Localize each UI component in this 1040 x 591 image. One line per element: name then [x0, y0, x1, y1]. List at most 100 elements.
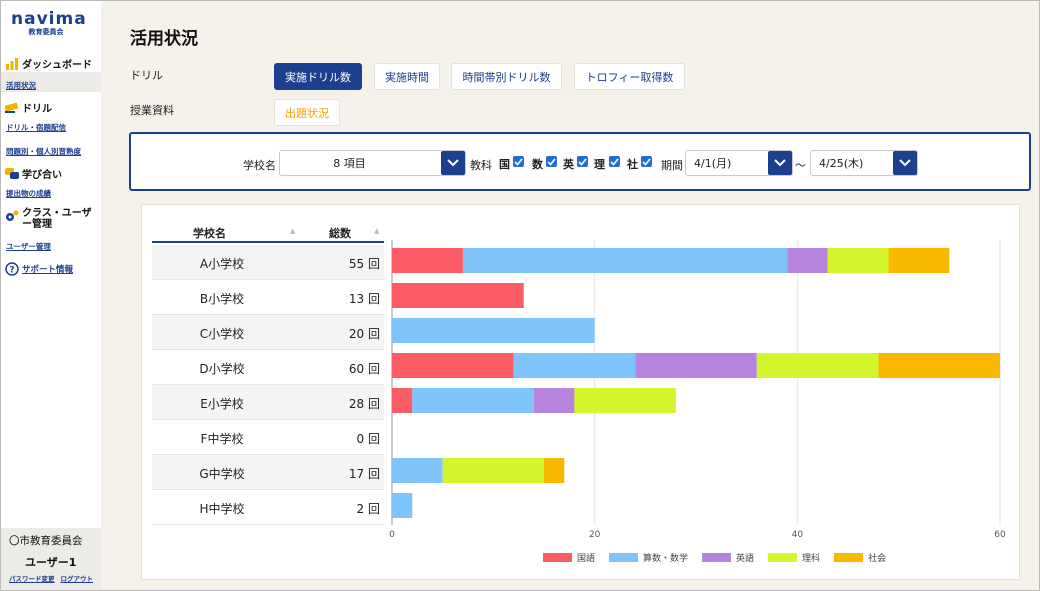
bar-segment[interactable]	[787, 248, 828, 273]
x-tick-label: 40	[792, 530, 804, 540]
date-separator: 〜	[795, 159, 806, 172]
total-count-cell: 28 回	[349, 395, 380, 412]
bar-segment[interactable]	[392, 458, 443, 483]
bar-segment[interactable]	[392, 248, 463, 273]
count-unit: 回	[367, 292, 380, 306]
legend-item[interactable]: 英語	[702, 551, 754, 564]
materials-row-label: 授業資料	[130, 104, 174, 117]
bar-segment[interactable]	[513, 353, 636, 378]
school-name-cell: G中学校	[199, 467, 245, 481]
tab-question-status[interactable]: 出題状況	[274, 99, 340, 126]
table-row: A小学校 55 回	[152, 245, 384, 280]
total-count-value: 28	[348, 397, 365, 411]
bar-chart-icon	[6, 57, 18, 70]
legend-item[interactable]: 国語	[543, 551, 595, 564]
bar-segment[interactable]	[888, 248, 950, 273]
subject-label-math: 数	[532, 158, 543, 171]
total-count-cell: 55 回	[349, 255, 380, 272]
bar-segment[interactable]	[442, 458, 544, 483]
table-row: F中学校 0 回	[152, 420, 384, 455]
sort-icon[interactable]: ▲	[374, 227, 379, 235]
nav-link-mastery[interactable]: 問題別・個人別習熟度	[6, 146, 81, 157]
logo[interactable]: navima 教育委員会	[11, 9, 93, 43]
drill-row-label: ドリル	[130, 69, 163, 82]
tab-hourly-drills[interactable]: 時間帯別ドリル数	[451, 63, 562, 90]
nav-section-class-user: クラス・ユーザー管理	[5, 208, 100, 230]
x-tick-label: 20	[589, 530, 601, 540]
school-name-cell: A小学校	[199, 257, 245, 271]
bar-segment[interactable]	[392, 318, 595, 343]
column-header-total[interactable]: 総数	[329, 225, 351, 241]
legend-item[interactable]: 理科	[768, 551, 820, 564]
table-row: C小学校 20 回	[152, 315, 384, 350]
bar-segment[interactable]	[635, 353, 757, 378]
bar-segment[interactable]	[574, 388, 676, 413]
nav-link-support[interactable]: ? サポート情報	[5, 262, 73, 276]
total-count-value: 2	[356, 502, 365, 516]
chevron-down-icon[interactable]	[441, 151, 465, 175]
nav-link-usage[interactable]: 活用状況	[6, 80, 36, 91]
school-name-cell: E小学校	[200, 397, 244, 411]
date-to-select[interactable]: 4/25(木)	[810, 150, 918, 176]
bar-segment[interactable]	[412, 388, 534, 413]
sort-icon[interactable]: ▲	[290, 227, 295, 235]
legend-label: 社会	[868, 554, 887, 564]
bar-segment[interactable]	[392, 283, 524, 308]
checkbox-science[interactable]	[609, 156, 620, 167]
bar-segment[interactable]	[544, 458, 565, 483]
checkbox-japanese[interactable]	[513, 156, 524, 167]
legend-swatch	[834, 553, 864, 562]
legend-item[interactable]: 算数・数学	[609, 551, 688, 564]
legend-label: 国語	[577, 554, 596, 564]
legend-item[interactable]: 社会	[834, 551, 886, 564]
school-select[interactable]: 8 項目	[279, 150, 466, 176]
checkbox-english[interactable]	[577, 156, 588, 167]
logout-link[interactable]: ログアウト	[61, 573, 94, 583]
table-row: G中学校 17 回	[152, 455, 384, 490]
date-from-select[interactable]: 4/1(月)	[685, 150, 793, 176]
stacked-bar-chart: 0 20 40 60	[389, 240, 1006, 540]
column-header-school[interactable]: 学校名	[193, 225, 226, 241]
period-filter-label: 期間	[661, 159, 683, 172]
bar-segment[interactable]	[827, 248, 889, 273]
checkbox-math[interactable]	[546, 156, 557, 167]
count-unit: 回	[367, 257, 380, 271]
nav-label-manabi: 学び合い	[22, 170, 62, 181]
school-name-cell: B小学校	[199, 292, 245, 306]
bar-segment[interactable]	[462, 248, 788, 273]
bar-segment[interactable]	[392, 388, 413, 413]
count-unit: 回	[367, 327, 380, 341]
bar-segment[interactable]	[533, 388, 575, 413]
user-links: パスワード変更 ログアウト	[9, 573, 93, 583]
bar-segment[interactable]	[392, 493, 413, 518]
tab-drill-count[interactable]: 実施ドリル数	[274, 63, 362, 90]
count-unit: 回	[367, 432, 380, 446]
date-from-value: 4/1(月)	[694, 157, 732, 170]
total-count-cell: 60 回	[349, 360, 380, 377]
page-title: 活用状況	[130, 29, 198, 49]
chevron-down-icon[interactable]	[893, 151, 917, 175]
bar-segment[interactable]	[756, 353, 879, 378]
subject-label-japanese: 国	[499, 158, 510, 171]
checkbox-social[interactable]	[641, 156, 652, 167]
chart-legend: 国語 算数・数学 英語 理科 社会	[543, 551, 900, 564]
pencil-icon	[5, 102, 19, 113]
bar-segment[interactable]	[878, 353, 1000, 378]
password-change-link[interactable]: パスワード変更	[9, 573, 55, 583]
school-name-cell: C小学校	[199, 327, 245, 341]
bar-segment[interactable]	[392, 353, 514, 378]
total-count-cell: 2 回	[357, 500, 380, 517]
table-row: E小学校 28 回	[152, 385, 384, 420]
chevron-down-icon[interactable]	[768, 151, 792, 175]
nav-link-submissions[interactable]: 提出物の成績	[6, 188, 51, 199]
tab-time[interactable]: 実施時間	[374, 63, 440, 90]
nav-link-drill-homework[interactable]: ドリル・宿題配信	[6, 122, 66, 133]
total-count-value: 20	[348, 327, 365, 341]
total-count-cell: 0 回	[357, 430, 380, 447]
tab-trophies[interactable]: トロフィー取得数	[574, 63, 685, 90]
count-unit: 回	[367, 397, 380, 411]
legend-label: 理科	[802, 554, 821, 564]
nav-link-user-mgmt[interactable]: ユーザー管理	[6, 241, 51, 252]
nav-section-dashboard: ダッシュボード	[5, 56, 92, 71]
legend-label: 英語	[736, 554, 755, 564]
